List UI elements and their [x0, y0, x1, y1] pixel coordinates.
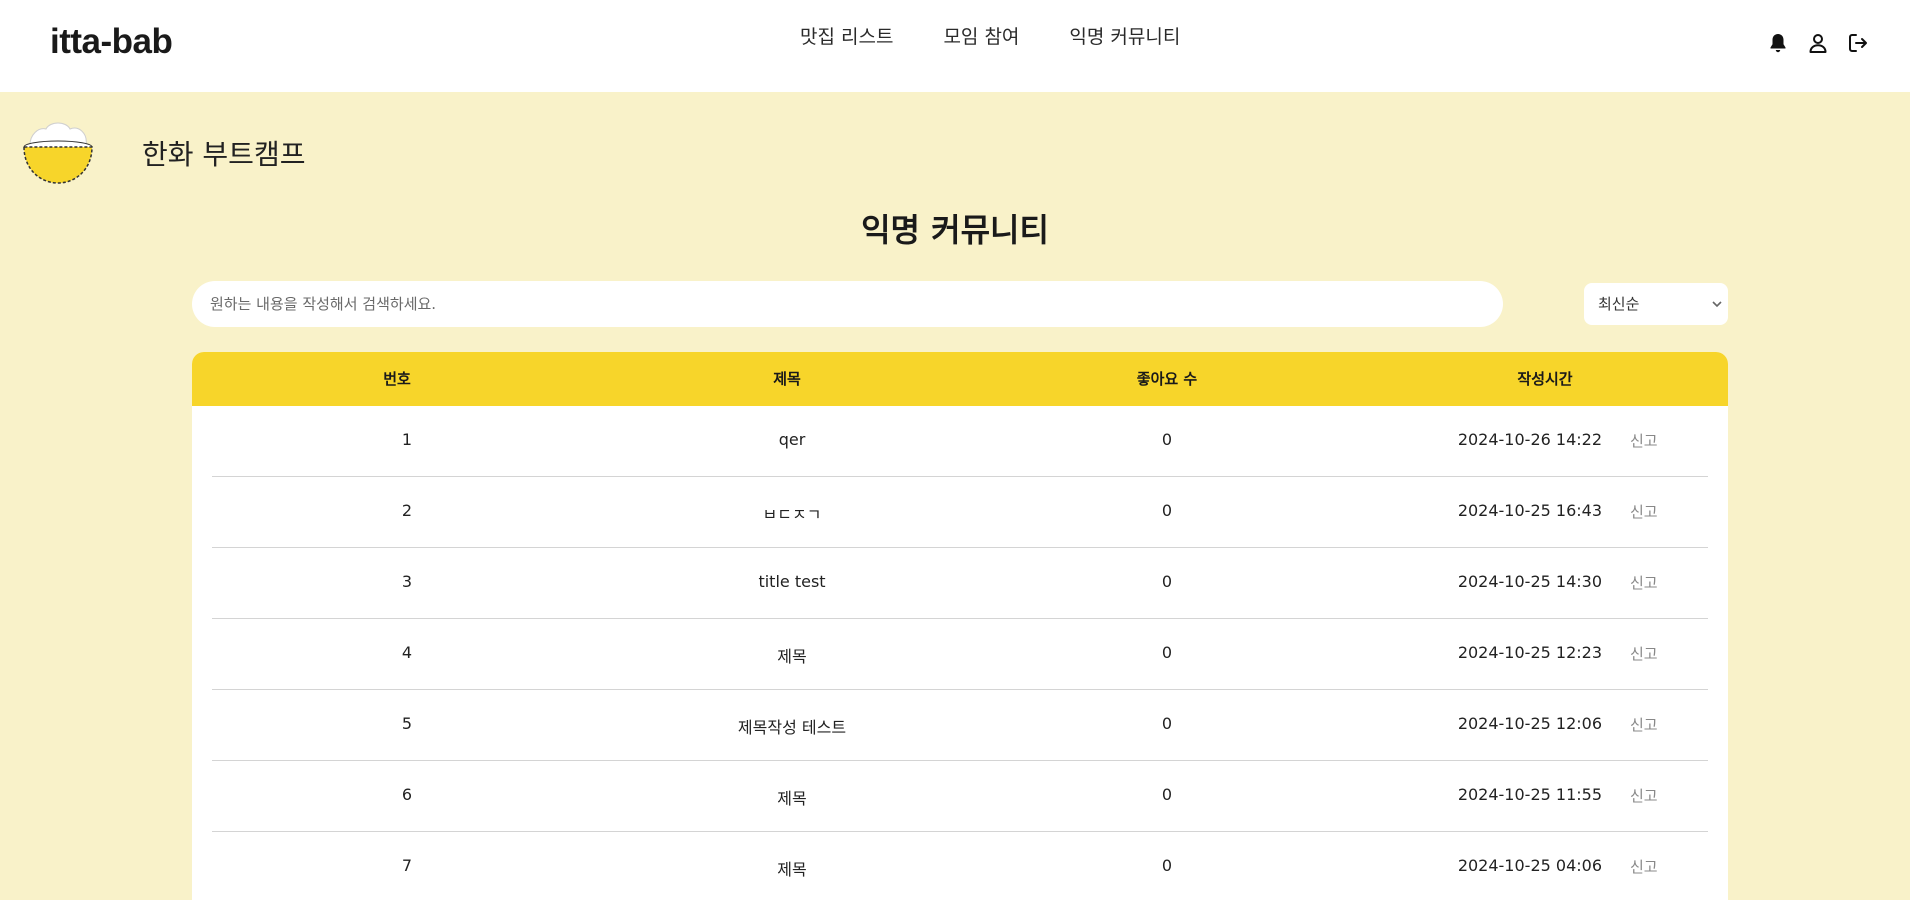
row-title[interactable]: 제목작성 테스트: [602, 714, 982, 738]
row-time: 2024-10-25 14:30: [1457, 572, 1602, 591]
row-time: 2024-10-25 11:55: [1457, 785, 1602, 804]
row-number: 4: [401, 643, 413, 662]
header-actions: [1766, 31, 1870, 55]
report-button[interactable]: 신고: [1630, 785, 1658, 806]
table-row[interactable]: 6 제목 0 2024-10-25 11:55 신고: [212, 761, 1708, 832]
row-number: 3: [401, 572, 413, 591]
table-row[interactable]: 7 제목 0 2024-10-25 04:06 신고: [212, 832, 1708, 900]
table-header: 번호 제목 좋아요 수 작성시간: [192, 352, 1728, 406]
sort-select[interactable]: 최신순: [1584, 283, 1728, 325]
column-header-title: 제목: [773, 370, 801, 388]
site-logo[interactable]: itta-bab: [50, 22, 173, 62]
row-number: 2: [401, 501, 413, 520]
row-number: 1: [401, 430, 413, 449]
row-likes: 0: [1161, 430, 1173, 449]
post-table: 번호 제목 좋아요 수 작성시간 1 qer 0 2024-10-26 14:22 신고…: [192, 352, 1728, 900]
report-button[interactable]: 신고: [1630, 643, 1658, 664]
row-likes: 0: [1161, 785, 1173, 804]
row-title[interactable]: qer: [602, 430, 982, 449]
page-title: 익명 커뮤니티: [861, 211, 1049, 249]
report-button[interactable]: 신고: [1630, 430, 1658, 451]
row-title[interactable]: ㅂㄷㅈㄱ: [602, 501, 982, 525]
row-likes: 0: [1161, 714, 1173, 733]
table-row[interactable]: 5 제목작성 테스트 0 2024-10-25 12:06 신고: [212, 690, 1708, 761]
main-nav: 맛집 리스트 모임 참여 익명 커뮤니티: [800, 22, 1180, 49]
bell-icon[interactable]: [1766, 31, 1790, 55]
row-likes: 0: [1161, 572, 1173, 591]
rice-bowl-icon: [23, 122, 93, 184]
report-button[interactable]: 신고: [1630, 572, 1658, 593]
row-time: 2024-10-26 14:22: [1457, 430, 1602, 449]
nav-join-meetup[interactable]: 모임 참여: [943, 22, 1019, 49]
row-title[interactable]: title test: [602, 572, 982, 591]
row-time: 2024-10-25 12:23: [1457, 643, 1602, 662]
nav-anonymous-community[interactable]: 익명 커뮤니티: [1069, 22, 1180, 49]
row-number: 5: [401, 714, 413, 733]
row-time: 2024-10-25 04:06: [1457, 856, 1602, 875]
row-time: 2024-10-25 16:43: [1457, 501, 1602, 520]
column-header-number: 번호: [383, 370, 411, 388]
table-row[interactable]: 2 ㅂㄷㅈㄱ 0 2024-10-25 16:43 신고: [212, 477, 1708, 548]
row-number: 7: [401, 856, 413, 875]
row-likes: 0: [1161, 643, 1173, 662]
row-title[interactable]: 제목: [602, 785, 982, 809]
row-title[interactable]: 제목: [602, 856, 982, 880]
row-likes: 0: [1161, 501, 1173, 520]
row-likes: 0: [1161, 856, 1173, 875]
report-button[interactable]: 신고: [1630, 501, 1658, 522]
table-row[interactable]: 3 title test 0 2024-10-25 14:30 신고: [212, 548, 1708, 619]
row-title[interactable]: 제목: [602, 643, 982, 667]
report-button[interactable]: 신고: [1630, 856, 1658, 877]
group-name: 한화 부트캠프: [142, 138, 306, 171]
table-row[interactable]: 1 qer 0 2024-10-26 14:22 신고: [212, 406, 1708, 477]
report-button[interactable]: 신고: [1630, 714, 1658, 735]
row-number: 6: [401, 785, 413, 804]
user-icon[interactable]: [1806, 31, 1830, 55]
nav-restaurant-list[interactable]: 맛집 리스트: [800, 22, 893, 49]
row-time: 2024-10-25 12:06: [1457, 714, 1602, 733]
column-header-time: 작성시간: [1517, 370, 1573, 388]
logout-icon[interactable]: [1846, 31, 1870, 55]
table-row[interactable]: 4 제목 0 2024-10-25 12:23 신고: [212, 619, 1708, 690]
column-header-likes: 좋아요 수: [1136, 370, 1198, 388]
top-navigation-bar: itta-bab 맛집 리스트 모임 참여 익명 커뮤니티: [0, 0, 1910, 92]
search-input[interactable]: [192, 281, 1503, 327]
